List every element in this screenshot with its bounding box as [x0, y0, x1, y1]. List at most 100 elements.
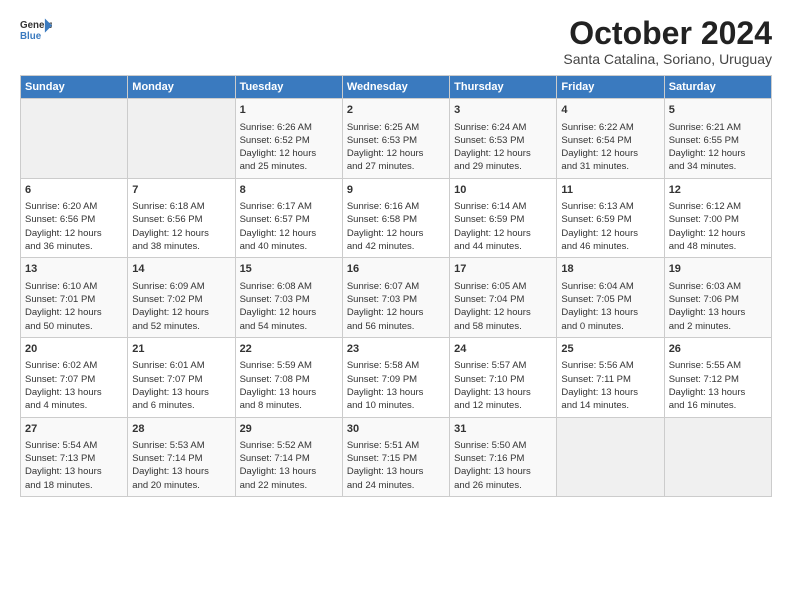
day-info: Sunrise: 6:10 AM — [25, 280, 123, 293]
calendar-cell: 10Sunrise: 6:14 AMSunset: 6:59 PMDayligh… — [450, 178, 557, 258]
day-info: Sunset: 7:05 PM — [561, 293, 659, 306]
day-info: Sunset: 7:11 PM — [561, 373, 659, 386]
day-info: Sunrise: 6:01 AM — [132, 359, 230, 372]
day-info: Sunset: 7:02 PM — [132, 293, 230, 306]
day-number: 8 — [240, 183, 338, 198]
day-info: Sunset: 7:04 PM — [454, 293, 552, 306]
week-row-4: 20Sunrise: 6:02 AMSunset: 7:07 PMDayligh… — [21, 337, 772, 417]
day-header-thursday: Thursday — [450, 76, 557, 99]
day-info: Sunset: 6:52 PM — [240, 134, 338, 147]
day-info: Sunrise: 6:13 AM — [561, 200, 659, 213]
day-info: and 2 minutes. — [669, 320, 767, 333]
day-info: Sunrise: 6:04 AM — [561, 280, 659, 293]
day-info: and 40 minutes. — [240, 240, 338, 253]
calendar-cell: 19Sunrise: 6:03 AMSunset: 7:06 PMDayligh… — [664, 258, 771, 338]
day-number: 4 — [561, 103, 659, 118]
day-info: Daylight: 13 hours — [561, 306, 659, 319]
calendar-cell: 16Sunrise: 6:07 AMSunset: 7:03 PMDayligh… — [342, 258, 449, 338]
day-number: 14 — [132, 262, 230, 277]
day-info: Daylight: 13 hours — [454, 465, 552, 478]
day-info: Sunrise: 6:20 AM — [25, 200, 123, 213]
day-number: 20 — [25, 342, 123, 357]
day-info: Daylight: 12 hours — [669, 147, 767, 160]
day-info: and 42 minutes. — [347, 240, 445, 253]
day-info: Sunset: 7:09 PM — [347, 373, 445, 386]
day-info: and 24 minutes. — [347, 479, 445, 492]
calendar-cell: 22Sunrise: 5:59 AMSunset: 7:08 PMDayligh… — [235, 337, 342, 417]
svg-text:Blue: Blue — [20, 31, 42, 42]
day-info: and 38 minutes. — [132, 240, 230, 253]
day-number: 22 — [240, 342, 338, 357]
day-info: Sunrise: 6:21 AM — [669, 121, 767, 134]
day-info: and 20 minutes. — [132, 479, 230, 492]
calendar-cell: 12Sunrise: 6:12 AMSunset: 7:00 PMDayligh… — [664, 178, 771, 258]
day-info: Daylight: 12 hours — [347, 147, 445, 160]
calendar-cell: 14Sunrise: 6:09 AMSunset: 7:02 PMDayligh… — [128, 258, 235, 338]
day-info: Daylight: 12 hours — [347, 227, 445, 240]
day-info: Sunset: 6:55 PM — [669, 134, 767, 147]
calendar-cell: 27Sunrise: 5:54 AMSunset: 7:13 PMDayligh… — [21, 417, 128, 497]
calendar-cell: 28Sunrise: 5:53 AMSunset: 7:14 PMDayligh… — [128, 417, 235, 497]
day-info: Sunrise: 6:12 AM — [669, 200, 767, 213]
week-row-1: 1Sunrise: 6:26 AMSunset: 6:52 PMDaylight… — [21, 99, 772, 179]
day-number: 9 — [347, 183, 445, 198]
day-info: Sunset: 7:15 PM — [347, 452, 445, 465]
day-info: Daylight: 13 hours — [347, 465, 445, 478]
days-header-row: SundayMondayTuesdayWednesdayThursdayFrid… — [21, 76, 772, 99]
day-info: and 44 minutes. — [454, 240, 552, 253]
day-number: 18 — [561, 262, 659, 277]
day-number: 24 — [454, 342, 552, 357]
day-info: Sunrise: 5:52 AM — [240, 439, 338, 452]
day-info: and 34 minutes. — [669, 160, 767, 173]
day-number: 17 — [454, 262, 552, 277]
calendar-cell: 8Sunrise: 6:17 AMSunset: 6:57 PMDaylight… — [235, 178, 342, 258]
day-info: Daylight: 13 hours — [669, 386, 767, 399]
day-info: Daylight: 12 hours — [561, 147, 659, 160]
day-info: and 12 minutes. — [454, 399, 552, 412]
day-info: Sunrise: 5:53 AM — [132, 439, 230, 452]
day-info: Sunrise: 5:59 AM — [240, 359, 338, 372]
week-row-3: 13Sunrise: 6:10 AMSunset: 7:01 PMDayligh… — [21, 258, 772, 338]
day-info: and 8 minutes. — [240, 399, 338, 412]
calendar-cell: 2Sunrise: 6:25 AMSunset: 6:53 PMDaylight… — [342, 99, 449, 179]
day-number: 12 — [669, 183, 767, 198]
day-info: Sunrise: 6:05 AM — [454, 280, 552, 293]
day-info: Daylight: 12 hours — [454, 227, 552, 240]
calendar-cell: 25Sunrise: 5:56 AMSunset: 7:11 PMDayligh… — [557, 337, 664, 417]
day-info: Sunrise: 6:07 AM — [347, 280, 445, 293]
day-info: Sunset: 6:54 PM — [561, 134, 659, 147]
calendar-cell: 13Sunrise: 6:10 AMSunset: 7:01 PMDayligh… — [21, 258, 128, 338]
month-title: October 2024 — [563, 16, 772, 51]
day-number: 31 — [454, 422, 552, 437]
day-info: and 29 minutes. — [454, 160, 552, 173]
day-number: 23 — [347, 342, 445, 357]
day-header-friday: Friday — [557, 76, 664, 99]
day-info: Daylight: 13 hours — [669, 306, 767, 319]
week-row-2: 6Sunrise: 6:20 AMSunset: 6:56 PMDaylight… — [21, 178, 772, 258]
day-info: Sunset: 7:14 PM — [240, 452, 338, 465]
day-info: Sunrise: 5:55 AM — [669, 359, 767, 372]
day-info: Daylight: 13 hours — [240, 386, 338, 399]
header: General Blue October 2024 Santa Catalina… — [20, 16, 772, 67]
day-info: Sunset: 6:53 PM — [347, 134, 445, 147]
day-info: Sunset: 7:06 PM — [669, 293, 767, 306]
calendar-cell — [664, 417, 771, 497]
day-info: Sunrise: 6:14 AM — [454, 200, 552, 213]
day-info: and 14 minutes. — [561, 399, 659, 412]
day-info: Sunset: 7:16 PM — [454, 452, 552, 465]
day-info: and 31 minutes. — [561, 160, 659, 173]
calendar-cell: 30Sunrise: 5:51 AMSunset: 7:15 PMDayligh… — [342, 417, 449, 497]
day-info: Sunset: 6:53 PM — [454, 134, 552, 147]
day-info: and 22 minutes. — [240, 479, 338, 492]
calendar-cell: 21Sunrise: 6:01 AMSunset: 7:07 PMDayligh… — [128, 337, 235, 417]
calendar-cell: 23Sunrise: 5:58 AMSunset: 7:09 PMDayligh… — [342, 337, 449, 417]
day-number: 1 — [240, 103, 338, 118]
day-info: Sunrise: 5:54 AM — [25, 439, 123, 452]
day-number: 27 — [25, 422, 123, 437]
day-info: Sunset: 7:14 PM — [132, 452, 230, 465]
day-number: 26 — [669, 342, 767, 357]
day-info: Daylight: 13 hours — [240, 465, 338, 478]
day-info: Daylight: 12 hours — [669, 227, 767, 240]
day-number: 21 — [132, 342, 230, 357]
day-info: Sunset: 7:07 PM — [132, 373, 230, 386]
